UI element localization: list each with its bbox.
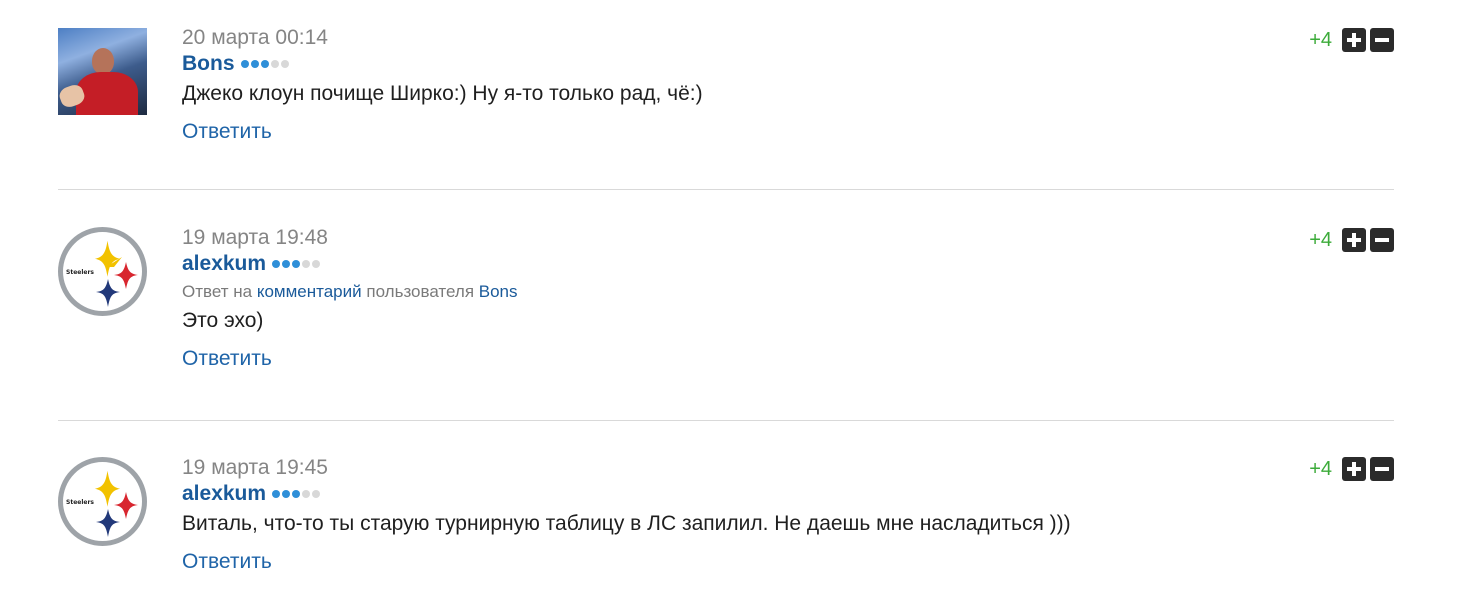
reply-button[interactable]: Ответить	[182, 119, 272, 145]
author-row: Bons	[182, 51, 703, 76]
user-photo-icon	[58, 28, 147, 115]
parent-comment-link[interactable]: комментарий	[257, 282, 362, 301]
comment-author-link[interactable]: alexkum	[182, 252, 266, 275]
comment-text: Джеко клоун почище Ширко:) Ну я-то тольк…	[182, 82, 703, 105]
steelers-logo-icon: Steelers	[58, 457, 147, 546]
rank-indicator	[272, 251, 322, 276]
avatar[interactable]: Steelers	[58, 227, 147, 316]
avatar[interactable]	[58, 28, 147, 115]
author-row: alexkum	[182, 481, 1071, 506]
comment-body: 19 марта 19:45 alexkum Виталь, что-то ты…	[182, 455, 1071, 575]
minus-icon	[1375, 38, 1389, 42]
comment-body: 20 марта 00:14 Bons Джеко клоун почище Ш…	[182, 25, 703, 145]
rank-indicator	[272, 481, 322, 506]
minus-icon	[1375, 238, 1389, 242]
comment-rating: +4	[1309, 457, 1394, 481]
comment-score: +4	[1309, 228, 1332, 251]
comment-author-link[interactable]: alexkum	[182, 482, 266, 505]
reply-button[interactable]: Ответить	[182, 346, 272, 372]
comment-rating: +4	[1309, 228, 1394, 252]
reply-to-prefix: Ответ на	[182, 282, 253, 301]
downvote-button[interactable]	[1370, 228, 1394, 252]
logo-text: Steelers	[66, 499, 94, 506]
reply-to-line: Ответ на комментарий пользователя Bons	[182, 281, 518, 303]
parent-author-link[interactable]: Bons	[479, 282, 518, 301]
downvote-button[interactable]	[1370, 457, 1394, 481]
upvote-button[interactable]	[1342, 28, 1366, 52]
comment-author-link[interactable]: Bons	[182, 52, 235, 75]
steelers-logo-icon: Steelers	[58, 227, 147, 316]
comment-rating: +4	[1309, 28, 1394, 52]
reply-to-middle: пользователя	[366, 282, 475, 301]
reply-button[interactable]: Ответить	[182, 549, 272, 575]
comment-score: +4	[1309, 28, 1332, 51]
downvote-button[interactable]	[1370, 28, 1394, 52]
comment-score: +4	[1309, 457, 1332, 480]
comment-date: 20 марта 00:14	[182, 26, 328, 49]
rank-indicator	[240, 51, 291, 76]
comment-text: Это эхо)	[182, 309, 264, 332]
upvote-button[interactable]	[1342, 457, 1366, 481]
logo-text: Steelers	[66, 269, 94, 276]
upvote-button[interactable]	[1342, 228, 1366, 252]
avatar[interactable]: Steelers	[58, 457, 147, 546]
minus-icon	[1375, 467, 1389, 471]
comment-date: 19 марта 19:48	[182, 226, 328, 249]
comment-body: 19 марта 19:48 alexkum Ответ на коммента…	[182, 225, 518, 372]
author-row: alexkum	[182, 251, 518, 276]
comment-text: Виталь, что-то ты старую турнирную табли…	[182, 512, 1071, 535]
comment-date: 19 марта 19:45	[182, 456, 328, 479]
